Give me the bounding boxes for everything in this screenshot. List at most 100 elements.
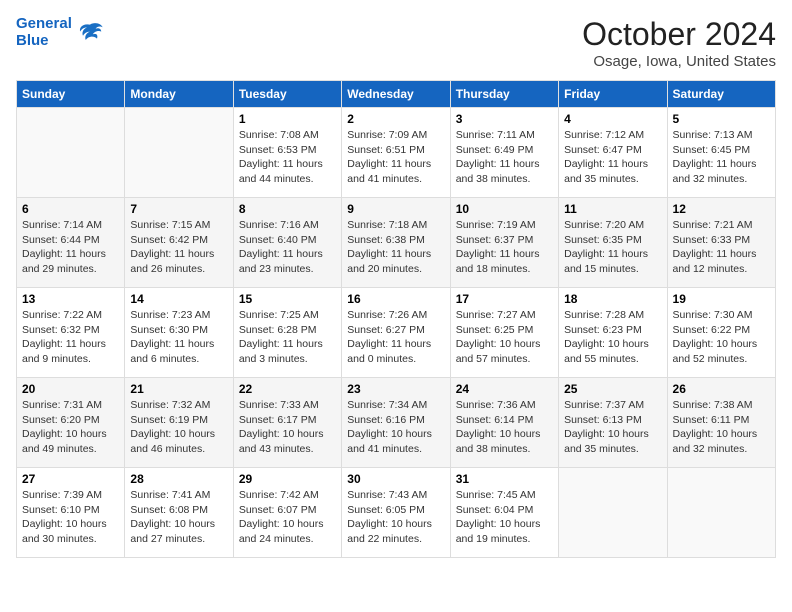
day-number: 4 (564, 112, 661, 126)
calendar-week-row: 1 Sunrise: 7:08 AMSunset: 6:53 PMDaylight… (17, 108, 776, 198)
calendar-cell: 16 Sunrise: 7:26 AMSunset: 6:27 PMDayligh… (342, 288, 450, 378)
day-header-monday: Monday (125, 81, 233, 108)
day-number: 9 (347, 202, 444, 216)
day-info: Sunrise: 7:31 AMSunset: 6:20 PMDaylight:… (22, 398, 119, 457)
calendar-cell: 8Sunrise: 7:16 AMSunset: 6:40 PMDaylight… (233, 198, 341, 288)
calendar-cell (125, 108, 233, 198)
calendar-cell: 14 Sunrise: 7:23 AMSunset: 6:30 PMDayligh… (125, 288, 233, 378)
day-header-tuesday: Tuesday (233, 81, 341, 108)
day-info: Sunrise: 7:43 AMSunset: 6:05 PMDaylight:… (347, 488, 444, 547)
calendar-cell: 18 Sunrise: 7:28 AMSunset: 6:23 PMDayligh… (559, 288, 667, 378)
calendar-cell: 31 Sunrise: 7:45 AMSunset: 6:04 PMDayligh… (450, 468, 558, 558)
month-title: October 2024 (582, 16, 776, 53)
day-info: Sunrise: 7:26 AMSunset: 6:27 PMDaylight:… (347, 308, 444, 367)
day-number: 14 (130, 292, 227, 306)
calendar-cell: 27Sunrise: 7:39 AMSunset: 6:10 PMDayligh… (17, 468, 125, 558)
day-number: 26 (673, 382, 770, 396)
day-info: Sunrise: 7:36 AMSunset: 6:14 PMDaylight:… (456, 398, 553, 457)
calendar-cell: 3Sunrise: 7:11 AMSunset: 6:49 PMDaylight… (450, 108, 558, 198)
day-number: 1 (239, 112, 336, 126)
calendar-cell: 5 Sunrise: 7:13 AMSunset: 6:45 PMDaylight… (667, 108, 775, 198)
calendar-week-row: 20 Sunrise: 7:31 AMSunset: 6:20 PMDayligh… (17, 378, 776, 468)
calendar-cell: 17 Sunrise: 7:27 AMSunset: 6:25 PMDayligh… (450, 288, 558, 378)
title-block: October 2024 Osage, Iowa, United States (582, 16, 776, 70)
calendar-cell: 2Sunrise: 7:09 AMSunset: 6:51 PMDaylight… (342, 108, 450, 198)
day-number: 8 (239, 202, 336, 216)
day-number: 5 (673, 112, 770, 126)
day-info: Sunrise: 7:32 AMSunset: 6:19 PMDaylight:… (130, 398, 227, 457)
location-subtitle: Osage, Iowa, United States (582, 53, 776, 70)
day-info: Sunrise: 7:22 AMSunset: 6:32 PMDaylight:… (22, 308, 119, 367)
calendar-cell: 10 Sunrise: 7:19 AMSunset: 6:37 PMDayligh… (450, 198, 558, 288)
day-info: Sunrise: 7:15 AMSunset: 6:42 PMDaylight:… (130, 218, 227, 277)
day-info: Sunrise: 7:14 AMSunset: 6:44 PMDaylight:… (22, 218, 119, 277)
day-number: 7 (130, 202, 227, 216)
page-header: GeneralBlue October 2024 Osage, Iowa, Un… (16, 16, 776, 70)
logo: GeneralBlue (16, 16, 104, 49)
day-info: Sunrise: 7:28 AMSunset: 6:23 PMDaylight:… (564, 308, 661, 367)
day-number: 13 (22, 292, 119, 306)
calendar-table: SundayMondayTuesdayWednesdayThursdayFrid… (16, 80, 776, 558)
day-info: Sunrise: 7:12 AMSunset: 6:47 PMDaylight:… (564, 128, 661, 187)
calendar-cell: 9 Sunrise: 7:18 AMSunset: 6:38 PMDaylight… (342, 198, 450, 288)
day-number: 29 (239, 472, 336, 486)
day-info: Sunrise: 7:42 AMSunset: 6:07 PMDaylight:… (239, 488, 336, 547)
day-number: 22 (239, 382, 336, 396)
calendar-cell: 21Sunrise: 7:32 AMSunset: 6:19 PMDayligh… (125, 378, 233, 468)
day-number: 10 (456, 202, 553, 216)
calendar-week-row: 27Sunrise: 7:39 AMSunset: 6:10 PMDayligh… (17, 468, 776, 558)
day-number: 6 (22, 202, 119, 216)
day-info: Sunrise: 7:09 AMSunset: 6:51 PMDaylight:… (347, 128, 444, 187)
calendar-week-row: 13 Sunrise: 7:22 AMSunset: 6:32 PMDayligh… (17, 288, 776, 378)
day-info: Sunrise: 7:27 AMSunset: 6:25 PMDaylight:… (456, 308, 553, 367)
day-info: Sunrise: 7:11 AMSunset: 6:49 PMDaylight:… (456, 128, 553, 187)
day-header-thursday: Thursday (450, 81, 558, 108)
calendar-cell: 29 Sunrise: 7:42 AMSunset: 6:07 PMDayligh… (233, 468, 341, 558)
day-info: Sunrise: 7:21 AMSunset: 6:33 PMDaylight:… (673, 218, 770, 277)
calendar-cell: 1 Sunrise: 7:08 AMSunset: 6:53 PMDaylight… (233, 108, 341, 198)
calendar-cell: 28 Sunrise: 7:41 AMSunset: 6:08 PMDayligh… (125, 468, 233, 558)
day-number: 17 (456, 292, 553, 306)
day-info: Sunrise: 7:08 AMSunset: 6:53 PMDaylight:… (239, 128, 336, 187)
day-number: 16 (347, 292, 444, 306)
calendar-cell: 24 Sunrise: 7:36 AMSunset: 6:14 PMDayligh… (450, 378, 558, 468)
calendar-cell: 4 Sunrise: 7:12 AMSunset: 6:47 PMDaylight… (559, 108, 667, 198)
day-number: 24 (456, 382, 553, 396)
calendar-cell (559, 468, 667, 558)
calendar-cell: 15 Sunrise: 7:25 AMSunset: 6:28 PMDayligh… (233, 288, 341, 378)
calendar-cell: 6 Sunrise: 7:14 AMSunset: 6:44 PMDaylight… (17, 198, 125, 288)
calendar-cell: 30Sunrise: 7:43 AMSunset: 6:05 PMDayligh… (342, 468, 450, 558)
calendar-cell: 22Sunrise: 7:33 AMSunset: 6:17 PMDayligh… (233, 378, 341, 468)
calendar-cell: 19Sunrise: 7:30 AMSunset: 6:22 PMDayligh… (667, 288, 775, 378)
day-info: Sunrise: 7:30 AMSunset: 6:22 PMDaylight:… (673, 308, 770, 367)
day-number: 28 (130, 472, 227, 486)
calendar-cell: 20 Sunrise: 7:31 AMSunset: 6:20 PMDayligh… (17, 378, 125, 468)
day-info: Sunrise: 7:18 AMSunset: 6:38 PMDaylight:… (347, 218, 444, 277)
day-info: Sunrise: 7:19 AMSunset: 6:37 PMDaylight:… (456, 218, 553, 277)
day-header-saturday: Saturday (667, 81, 775, 108)
day-info: Sunrise: 7:41 AMSunset: 6:08 PMDaylight:… (130, 488, 227, 547)
calendar-cell: 26Sunrise: 7:38 AMSunset: 6:11 PMDayligh… (667, 378, 775, 468)
day-info: Sunrise: 7:45 AMSunset: 6:04 PMDaylight:… (456, 488, 553, 547)
day-header-sunday: Sunday (17, 81, 125, 108)
day-header-wednesday: Wednesday (342, 81, 450, 108)
calendar-cell: 25 Sunrise: 7:37 AMSunset: 6:13 PMDayligh… (559, 378, 667, 468)
calendar-cell: 13 Sunrise: 7:22 AMSunset: 6:32 PMDayligh… (17, 288, 125, 378)
day-number: 18 (564, 292, 661, 306)
day-info: Sunrise: 7:20 AMSunset: 6:35 PMDaylight:… (564, 218, 661, 277)
day-info: Sunrise: 7:13 AMSunset: 6:45 PMDaylight:… (673, 128, 770, 187)
day-number: 20 (22, 382, 119, 396)
logo-bird-icon (76, 19, 104, 47)
day-header-friday: Friday (559, 81, 667, 108)
day-number: 15 (239, 292, 336, 306)
day-info: Sunrise: 7:37 AMSunset: 6:13 PMDaylight:… (564, 398, 661, 457)
day-number: 25 (564, 382, 661, 396)
day-info: Sunrise: 7:25 AMSunset: 6:28 PMDaylight:… (239, 308, 336, 367)
day-info: Sunrise: 7:39 AMSunset: 6:10 PMDaylight:… (22, 488, 119, 547)
day-info: Sunrise: 7:23 AMSunset: 6:30 PMDaylight:… (130, 308, 227, 367)
calendar-cell: 11 Sunrise: 7:20 AMSunset: 6:35 PMDayligh… (559, 198, 667, 288)
day-number: 23 (347, 382, 444, 396)
day-number: 31 (456, 472, 553, 486)
calendar-cell (667, 468, 775, 558)
day-number: 11 (564, 202, 661, 216)
